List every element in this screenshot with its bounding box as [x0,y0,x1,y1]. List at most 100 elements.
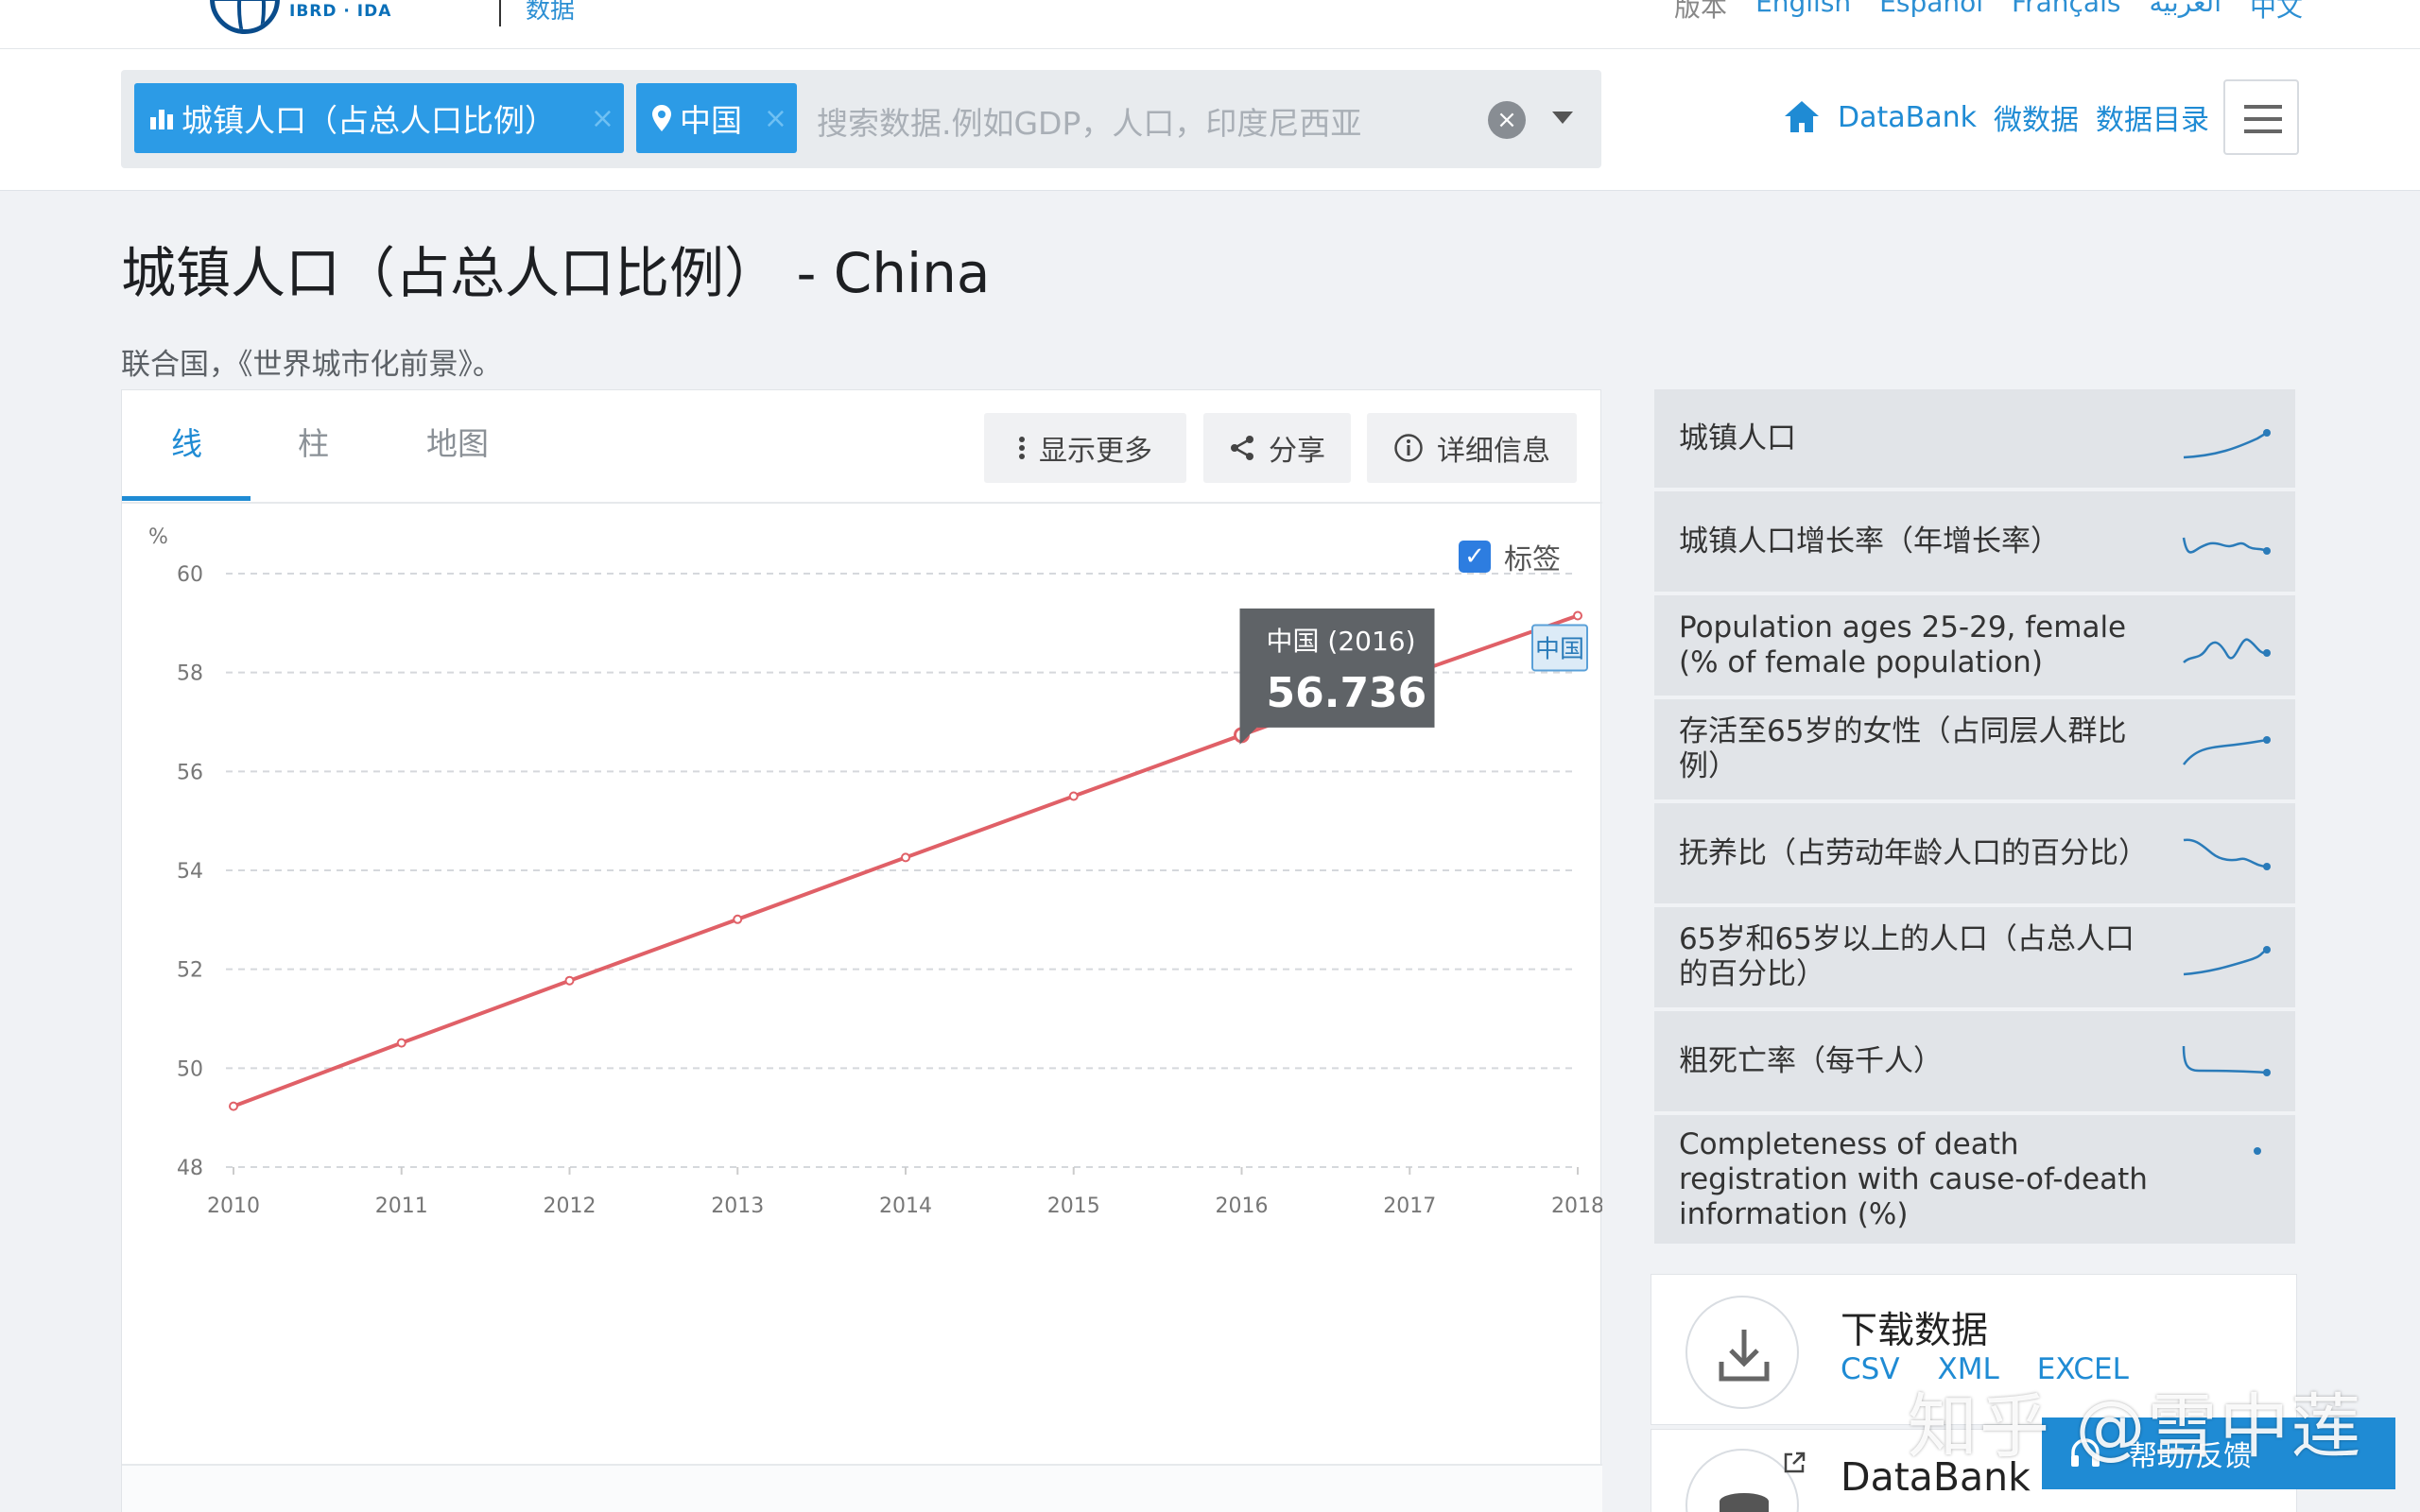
language-espanol[interactable]: Español [1879,0,1983,25]
more-vertical-icon [1019,437,1025,459]
language-francais[interactable]: Français [2012,0,2120,25]
y-tick-label: 58 [177,662,203,686]
related-indicator-label: 65岁和65岁以上的人口（占总人口的百分比） [1679,922,2135,991]
language-arabic[interactable]: العربية [2149,0,2221,25]
related-indicators: 城镇人口 城镇人口增长率（年增长率） Population ages 25-29… [1654,389,2295,1247]
related-indicator-label: Population ages 25-29, female (% of fema… [1679,610,2127,679]
tab-line[interactable]: 线 [171,419,202,464]
page-title: 城镇人口（占总人口比例） - China [121,241,991,305]
sparkline-wavy-down-icon [2182,537,2271,555]
line-chart[interactable]: % 48 50 52 54 56 58 60 2010 2011 2012 2013 2014 2015 2… [122,506,1604,1451]
download-csv-link[interactable]: CSV [1841,1352,1900,1386]
share-label: 分享 [1269,435,1325,468]
x-tick-label: 2016 [1216,1194,1269,1218]
data-source: 联合国，《世界城市化前景》。 [121,348,502,382]
home-icon[interactable] [1783,98,1821,136]
related-indicator-item[interactable]: 65岁和65岁以上的人口（占总人口的百分比） [1654,907,2295,1007]
watermark: 知乎 @雪中莲 [1908,1386,2363,1468]
y-tick-label: 48 [177,1157,203,1180]
related-indicator-item[interactable]: 城镇人口 [1654,389,2295,488]
series-end-label: 中国 [1535,635,1584,663]
details-label: 详细信息 [1437,435,1550,468]
country-chip-close-icon[interactable]: × [764,102,787,135]
x-tick-label: 2014 [879,1194,932,1218]
search-box[interactable]: 城镇人口（占总人口比例） × 中国 × 搜索数据.例如GDP，人口，印度尼西亚 … [121,70,1601,168]
data-point [229,1101,238,1111]
tooltip-value: 56.736 [1267,669,1427,717]
y-tick-label: 50 [177,1057,203,1081]
hamburger-menu-button[interactable] [2223,79,2299,155]
dropdown-caret-icon[interactable] [1552,112,1573,124]
data-point [1573,610,1582,621]
x-tick-label: 2011 [375,1194,428,1218]
tab-map[interactable]: 地图 [426,419,489,464]
related-indicator-item[interactable]: Completeness of death registration with … [1654,1115,2295,1244]
sparkline-wavy-up-icon [2183,638,2271,663]
show-more-button[interactable]: 显示更多 [984,413,1186,483]
nav-microdata-link[interactable]: 微数据 [1994,96,2079,138]
language-chinese[interactable]: 中文 [2250,0,2303,25]
language-english[interactable]: English [1755,0,1851,25]
nav-databank-link[interactable]: DataBank [1838,101,1977,134]
share-button[interactable]: 分享 [1203,413,1351,483]
x-tick-label: 2010 [207,1194,260,1218]
country-chip[interactable]: 中国 × [636,83,797,153]
language-bar: 版本 English Español Français العربية 中文 [1674,0,2303,25]
sparkline-rising-icon [2183,946,2271,976]
sparkline-flat-icon [2182,1045,2271,1076]
y-tick-label: 60 [177,563,203,587]
share-icon [1231,436,1253,460]
y-axis-unit-label: % [148,525,168,549]
x-tick-label: 2017 [1383,1194,1436,1218]
data-point [564,975,575,986]
location-pin-icon [652,105,671,131]
related-indicator-label: 城镇人口 [1679,421,1796,455]
related-indicator-label: 城镇人口增长率（年增长率） [1679,524,2060,558]
show-more-label: 显示更多 [1039,435,1152,468]
external-link-icon [1784,1452,1806,1473]
logo-subtitle: IBRD · IDA [289,2,392,21]
logo-section-link[interactable]: 数据 [526,0,575,26]
label-toggle[interactable]: ✓ 标签 [1459,536,1561,577]
download-icon[interactable] [1685,1296,1799,1409]
indicator-chip[interactable]: 城镇人口（占总人口比例） × [134,83,624,153]
search-input[interactable]: 搜索数据.例如GDP，人口，印度尼西亚 [817,98,1361,144]
y-tick-label: 54 [177,860,203,884]
label-toggle-text: 标签 [1504,543,1561,576]
active-tab-indicator [122,496,251,501]
related-indicator-item[interactable]: 抚养比（占劳动年龄人口的百分比） [1654,803,2295,903]
indicator-chip-label: 城镇人口（占总人口比例） [182,102,556,139]
x-tick-label: 2015 [1047,1194,1100,1218]
related-indicator-label: Completeness of death registration with … [1679,1126,2148,1231]
indicator-chip-close-icon[interactable]: × [591,102,614,135]
data-point [396,1038,406,1048]
world-bank-logo-icon[interactable] [210,0,280,34]
related-indicator-item[interactable]: 城镇人口增长率（年增长率） [1654,491,2295,592]
y-tick-label: 52 [177,959,203,983]
y-tick-label: 56 [177,761,203,784]
clear-search-icon[interactable]: × [1488,101,1526,139]
chart-card: 线 柱 地图 显示更多 分享 详细信息 % 48 50 52 54 56 58 60 2010 2… [121,389,1604,1512]
top-header: IBRD · IDA 数据 版本 English Español Françai… [0,0,2420,49]
tooltip-label: 中国 (2016) [1267,626,1416,657]
related-indicator-label: 抚养比（占劳动年龄人口的百分比） [1679,835,2148,870]
sparkline-dot-icon [2254,1147,2261,1155]
chart-footer [122,1464,1602,1512]
details-button[interactable]: 详细信息 [1367,413,1577,483]
sparkline-rising-flat-icon [2183,736,2271,765]
download-title: 下载数据 [1841,1310,1989,1352]
info-icon [1394,434,1423,462]
label-checkbox[interactable]: ✓ [1459,541,1491,573]
x-tick-label: 2018 [1551,1194,1602,1218]
data-point [1068,791,1079,801]
search-bar-row: 城镇人口（占总人口比例） × 中国 × 搜索数据.例如GDP，人口，印度尼西亚 … [0,49,2420,191]
related-indicator-item[interactable]: 存活至65岁的女性（占同层人群比例） [1654,699,2295,799]
tab-bar[interactable]: 柱 [298,419,329,464]
related-indicator-item[interactable]: Population ages 25-29, female (% of fema… [1654,595,2295,696]
bar-chart-icon [150,110,173,129]
language-label: 版本 [1674,0,1728,23]
nav-catalog-link[interactable]: 数据目录 [2096,96,2209,138]
related-indicator-label: 存活至65岁的女性（占同层人群比例） [1679,714,2127,783]
sparkline-falling-icon [2183,838,2271,870]
related-indicator-item[interactable]: 粗死亡率（每千人） [1654,1011,2295,1111]
